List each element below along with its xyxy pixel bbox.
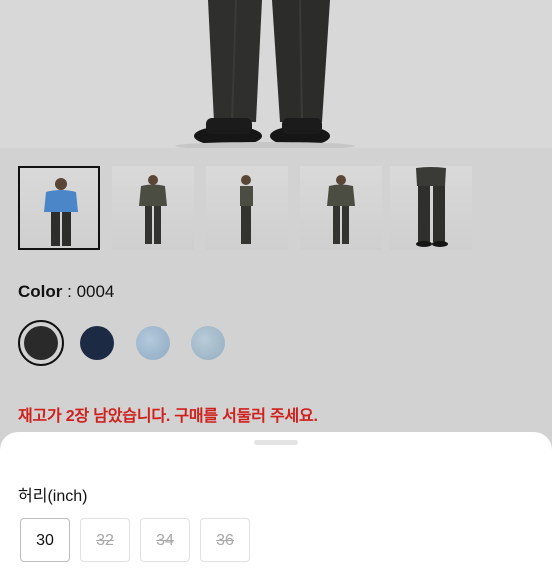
model-legs-illustration — [0, 0, 552, 148]
swatch-light-wash-2[interactable] — [191, 326, 225, 360]
model-figure-icon — [139, 175, 167, 244]
product-main-image[interactable] — [0, 0, 552, 148]
model-figure-icon — [327, 175, 355, 244]
size-option-32[interactable]: 32 — [80, 518, 130, 562]
thumbnail-lower-body-view[interactable] — [390, 166, 472, 250]
color-info: Color : 0004 — [18, 282, 114, 302]
color-label: Color — [18, 282, 63, 301]
thumbnail-side-view[interactable] — [206, 166, 288, 250]
model-figure-icon — [240, 175, 253, 244]
swatch-black[interactable] — [24, 326, 58, 360]
low-stock-message: 재고가 2장 남았습니다. 구매를 서둘러 주세요. — [18, 408, 318, 425]
thumbnail-front-blue-tee[interactable] — [18, 166, 100, 250]
color-value: 0004 — [76, 282, 115, 301]
thumbnail-front-dark-tee[interactable] — [112, 166, 194, 250]
sheet-drag-handle[interactable] — [254, 440, 298, 445]
model-figure-icon — [416, 167, 448, 247]
size-option-30[interactable]: 30 — [20, 518, 70, 562]
model-figure-icon — [44, 178, 78, 246]
size-sheet-title: 허리(inch) — [18, 488, 88, 505]
size-option-34[interactable]: 34 — [140, 518, 190, 562]
color-separator: : — [62, 282, 77, 301]
swatch-light-wash[interactable] — [136, 326, 170, 360]
size-option-36[interactable]: 36 — [200, 518, 250, 562]
size-bottom-sheet: 허리(inch) 30 32 34 36 — [0, 432, 552, 572]
swatch-navy[interactable] — [80, 326, 114, 360]
thumbnail-front-view-2[interactable] — [300, 166, 382, 250]
